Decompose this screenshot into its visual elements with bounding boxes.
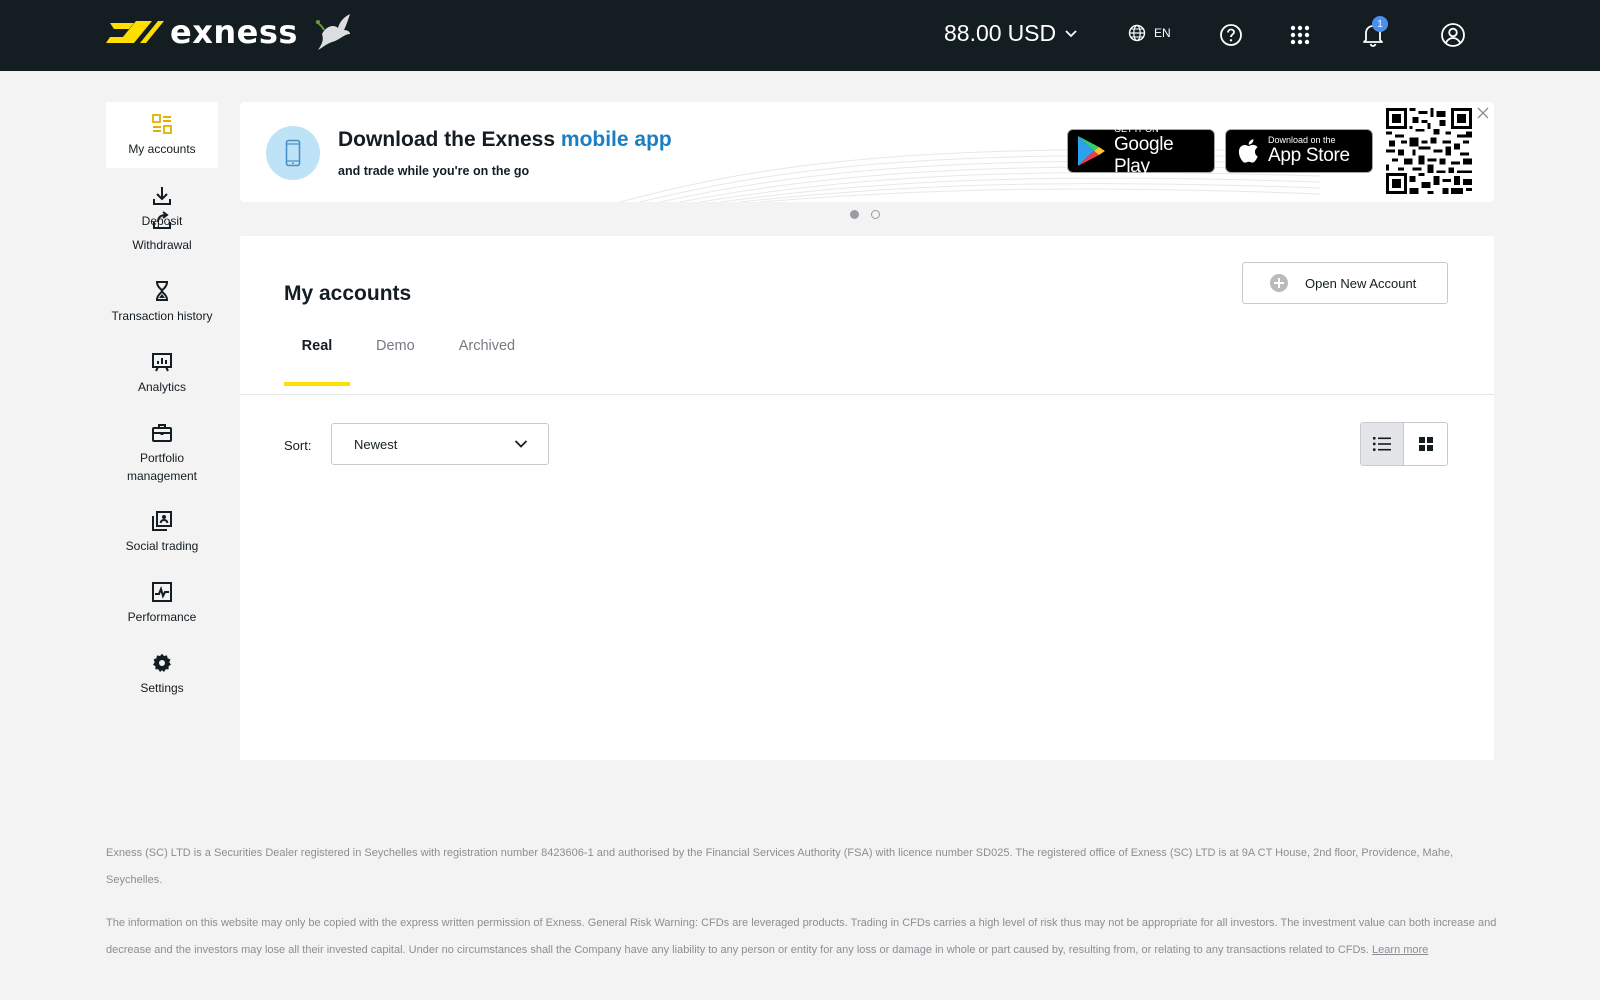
google-play-small-text: GET IT ON bbox=[1113, 124, 1159, 134]
exness-logo[interactable]: exness bbox=[106, 13, 354, 51]
banner-pagination bbox=[850, 210, 880, 219]
banner-dot-1[interactable] bbox=[850, 210, 859, 219]
exness-logo-mark-icon bbox=[106, 21, 164, 43]
open-new-account-button[interactable]: Open New Account bbox=[1242, 262, 1448, 304]
chevron-down-icon bbox=[1065, 29, 1077, 37]
app-store-small-text: Download on the bbox=[1268, 135, 1336, 145]
brand-name: exness bbox=[170, 13, 298, 51]
phone-icon-circle bbox=[266, 126, 320, 180]
sidebar-item-label: Settings bbox=[140, 681, 184, 695]
tab-real[interactable]: Real bbox=[284, 328, 350, 386]
legal-text-2: The information on this website may only… bbox=[106, 910, 1500, 963]
sidebar-item-transaction-history[interactable]: Transaction history bbox=[106, 257, 218, 328]
legal-text-1: Exness (SC) LTD is a Securities Dealer r… bbox=[106, 847, 1454, 886]
app-store-button[interactable]: Download on the App Store bbox=[1225, 129, 1373, 173]
sort-label: Sort: bbox=[284, 438, 312, 453]
list-view-button[interactable] bbox=[1361, 423, 1405, 465]
sidebar-item-label: Withdrawal bbox=[132, 238, 192, 252]
sort-dropdown[interactable]: Newest bbox=[331, 423, 549, 465]
top-bar: exness 88.00 USD EN 1 bbox=[0, 0, 1600, 71]
tab-demo[interactable]: Demo bbox=[376, 328, 415, 386]
sidebar-item-social-trading[interactable]: Social trading bbox=[106, 487, 218, 558]
google-play-icon bbox=[1077, 136, 1105, 166]
mobile-app-banner: Download the Exness mobile app and trade… bbox=[240, 102, 1494, 202]
help-button[interactable] bbox=[1218, 22, 1244, 48]
hourglass-icon bbox=[156, 281, 168, 301]
banner-title-text: Download the Exness bbox=[338, 128, 561, 151]
balance-currency: USD bbox=[1007, 20, 1057, 46]
performance-icon bbox=[152, 582, 172, 602]
close-icon[interactable] bbox=[1476, 106, 1490, 120]
sidebar: My accounts Deposit Withdrawal Transacti… bbox=[106, 102, 218, 700]
mobile-phone-icon bbox=[285, 139, 301, 167]
sidebar-item-analytics[interactable]: Analytics bbox=[106, 328, 218, 399]
chevron-down-icon bbox=[514, 440, 528, 448]
apple-icon bbox=[1238, 139, 1258, 163]
accounts-card: My accounts Open New Account Real Demo A… bbox=[240, 236, 1494, 760]
sidebar-item-deposit[interactable]: Deposit bbox=[106, 102, 218, 228]
legal-text-2-body: The information on this website may only… bbox=[106, 917, 1497, 956]
plus-circle-icon bbox=[1270, 274, 1288, 292]
page-title: My accounts bbox=[284, 282, 412, 305]
sidebar-item-label: Social trading bbox=[125, 539, 199, 553]
withdrawal-icon bbox=[153, 211, 171, 229]
sidebar-item-settings[interactable]: Settings bbox=[106, 629, 218, 700]
banner-dot-2[interactable] bbox=[871, 210, 880, 219]
sidebar-item-label: Portfolio management bbox=[126, 451, 198, 483]
apps-button[interactable] bbox=[1287, 22, 1313, 48]
google-play-big-text: Google Play bbox=[1113, 134, 1174, 177]
sidebar-item-withdrawal[interactable]: Withdrawal bbox=[106, 186, 218, 257]
view-toggle bbox=[1360, 422, 1448, 466]
qr-code bbox=[1386, 108, 1472, 194]
grid-view-button[interactable] bbox=[1404, 423, 1447, 465]
sidebar-item-performance[interactable]: Performance bbox=[106, 558, 218, 629]
google-play-button[interactable]: GET IT ON Google Play bbox=[1067, 124, 1215, 177]
analytics-icon bbox=[152, 353, 172, 372]
learn-more-link[interactable]: Learn more bbox=[1372, 944, 1428, 956]
grid-view-icon bbox=[1418, 437, 1433, 451]
banner-subtitle: and trade while you're on the go bbox=[338, 164, 530, 178]
social-trading-icon bbox=[152, 511, 172, 531]
sidebar-item-label: Transaction history bbox=[111, 309, 213, 323]
language-code: EN bbox=[1154, 26, 1171, 40]
footer-legal: Exness (SC) LTD is a Securities Dealer r… bbox=[106, 840, 1500, 963]
balance-amount: 88.00 bbox=[944, 20, 1002, 46]
account-tabs: Real Demo Archived bbox=[284, 328, 515, 386]
language-selector[interactable]: EN bbox=[1128, 24, 1171, 42]
sidebar-item-label: Analytics bbox=[137, 380, 187, 394]
apps-grid-icon bbox=[1290, 25, 1310, 45]
list-view-icon bbox=[1373, 437, 1391, 451]
profile-button[interactable] bbox=[1440, 22, 1466, 48]
dove-icon bbox=[315, 14, 350, 50]
open-new-account-label: Open New Account bbox=[1305, 275, 1417, 291]
banner-title: Download the Exness mobile app bbox=[338, 128, 672, 152]
gear-icon bbox=[153, 653, 171, 672]
user-avatar-icon bbox=[1441, 23, 1465, 47]
globe-icon bbox=[1128, 24, 1146, 42]
balance-selector[interactable]: 88.00 USD bbox=[944, 20, 1078, 47]
help-icon bbox=[1220, 24, 1242, 46]
tab-archived[interactable]: Archived bbox=[459, 328, 515, 386]
sidebar-item-portfolio-management[interactable]: Portfolio management bbox=[106, 399, 218, 487]
sidebar-item-label: Performance bbox=[127, 610, 197, 624]
tab-divider bbox=[240, 394, 1494, 395]
app-store-big-text: App Store bbox=[1268, 145, 1350, 166]
banner-title-highlight: mobile app bbox=[560, 128, 672, 151]
decorative-waves bbox=[620, 148, 1320, 202]
sort-value: Newest bbox=[354, 436, 398, 452]
briefcase-icon bbox=[152, 424, 172, 442]
notification-badge: 1 bbox=[1372, 16, 1388, 32]
